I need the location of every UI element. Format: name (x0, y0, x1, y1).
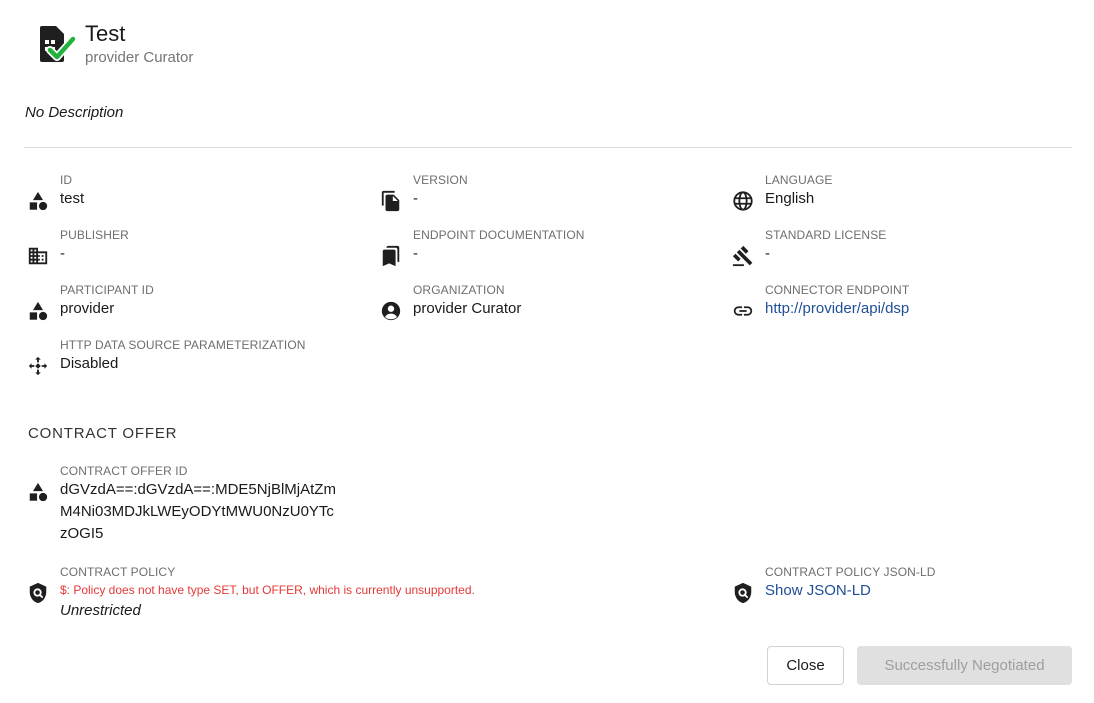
version-value: - (413, 190, 418, 207)
property-contract-offer-id: CONTRACT OFFER ID dGVzdA==:dGVzdA==:MDE5… (26, 464, 370, 545)
property-language: LANGUAGE English (731, 173, 833, 213)
file-copy-icon (379, 189, 403, 213)
category-icon (26, 480, 50, 504)
organization-value: provider Curator (413, 300, 522, 317)
policy-error-text: $: Policy does not have type SET, but OF… (60, 583, 475, 597)
property-participant-id: PARTICIPANT ID provider (26, 283, 154, 323)
property-contract-policy-jsonld: CONTRACT POLICY JSON-LD Show JSON-LD (731, 565, 936, 605)
move-arrows-icon (26, 354, 50, 378)
globe-icon (731, 189, 755, 213)
publisher-value: - (60, 245, 65, 262)
contract-offer-heading: CONTRACT OFFER (28, 425, 178, 442)
asset-header: Test provider Curator (28, 20, 193, 68)
id-value: test (60, 190, 85, 207)
language-value: English (765, 190, 815, 207)
property-http-parameterization: HTTP DATA SOURCE PARAMETERIZATION Disabl… (26, 338, 306, 378)
successfully-negotiated-button[interactable]: Successfully Negotiated (857, 646, 1072, 685)
asset-title: Test (85, 21, 126, 46)
close-button[interactable]: Close (767, 646, 844, 685)
asset-subtitle: provider Curator (85, 49, 194, 66)
property-connector-endpoint: CONNECTOR ENDPOINT http://provider/api/d… (731, 283, 909, 323)
connector-endpoint-link[interactable]: http://provider/api/dsp (765, 298, 909, 320)
account-circle-icon (379, 299, 403, 323)
property-contract-policy: CONTRACT POLICY $: Policy does not have … (26, 565, 475, 622)
category-icon (26, 299, 50, 323)
contract-offer-id-value: dGVzdA==:dGVzdA==:MDE5NjBlMjAtZm M4Ni03M… (60, 481, 336, 542)
participant-id-value: provider (60, 300, 115, 317)
divider (24, 147, 1072, 148)
bookmarks-icon (379, 244, 403, 268)
standard-license-value: - (765, 245, 770, 262)
property-organization: ORGANIZATION provider Curator (379, 283, 521, 323)
property-version: VERSION - (379, 173, 468, 213)
gavel-icon (731, 244, 755, 268)
property-id: ID test (26, 173, 84, 213)
building-icon (26, 244, 50, 268)
http-parameterization-value: Disabled (60, 355, 119, 372)
endpoint-documentation-value: - (413, 245, 418, 262)
category-icon (26, 189, 50, 213)
asset-description: No Description (25, 104, 124, 121)
link-icon (731, 299, 755, 323)
property-standard-license: STANDARD LICENSE - (731, 228, 886, 268)
policy-shield-icon (26, 581, 50, 605)
property-publisher: PUBLISHER - (26, 228, 129, 268)
property-endpoint-documentation: ENDPOINT DOCUMENTATION - (379, 228, 585, 268)
sim-card-check-icon (28, 20, 77, 68)
policy-value: Unrestricted (60, 602, 141, 619)
show-jsonld-link[interactable]: Show JSON-LD (765, 580, 936, 602)
policy-shield-icon (731, 581, 755, 605)
